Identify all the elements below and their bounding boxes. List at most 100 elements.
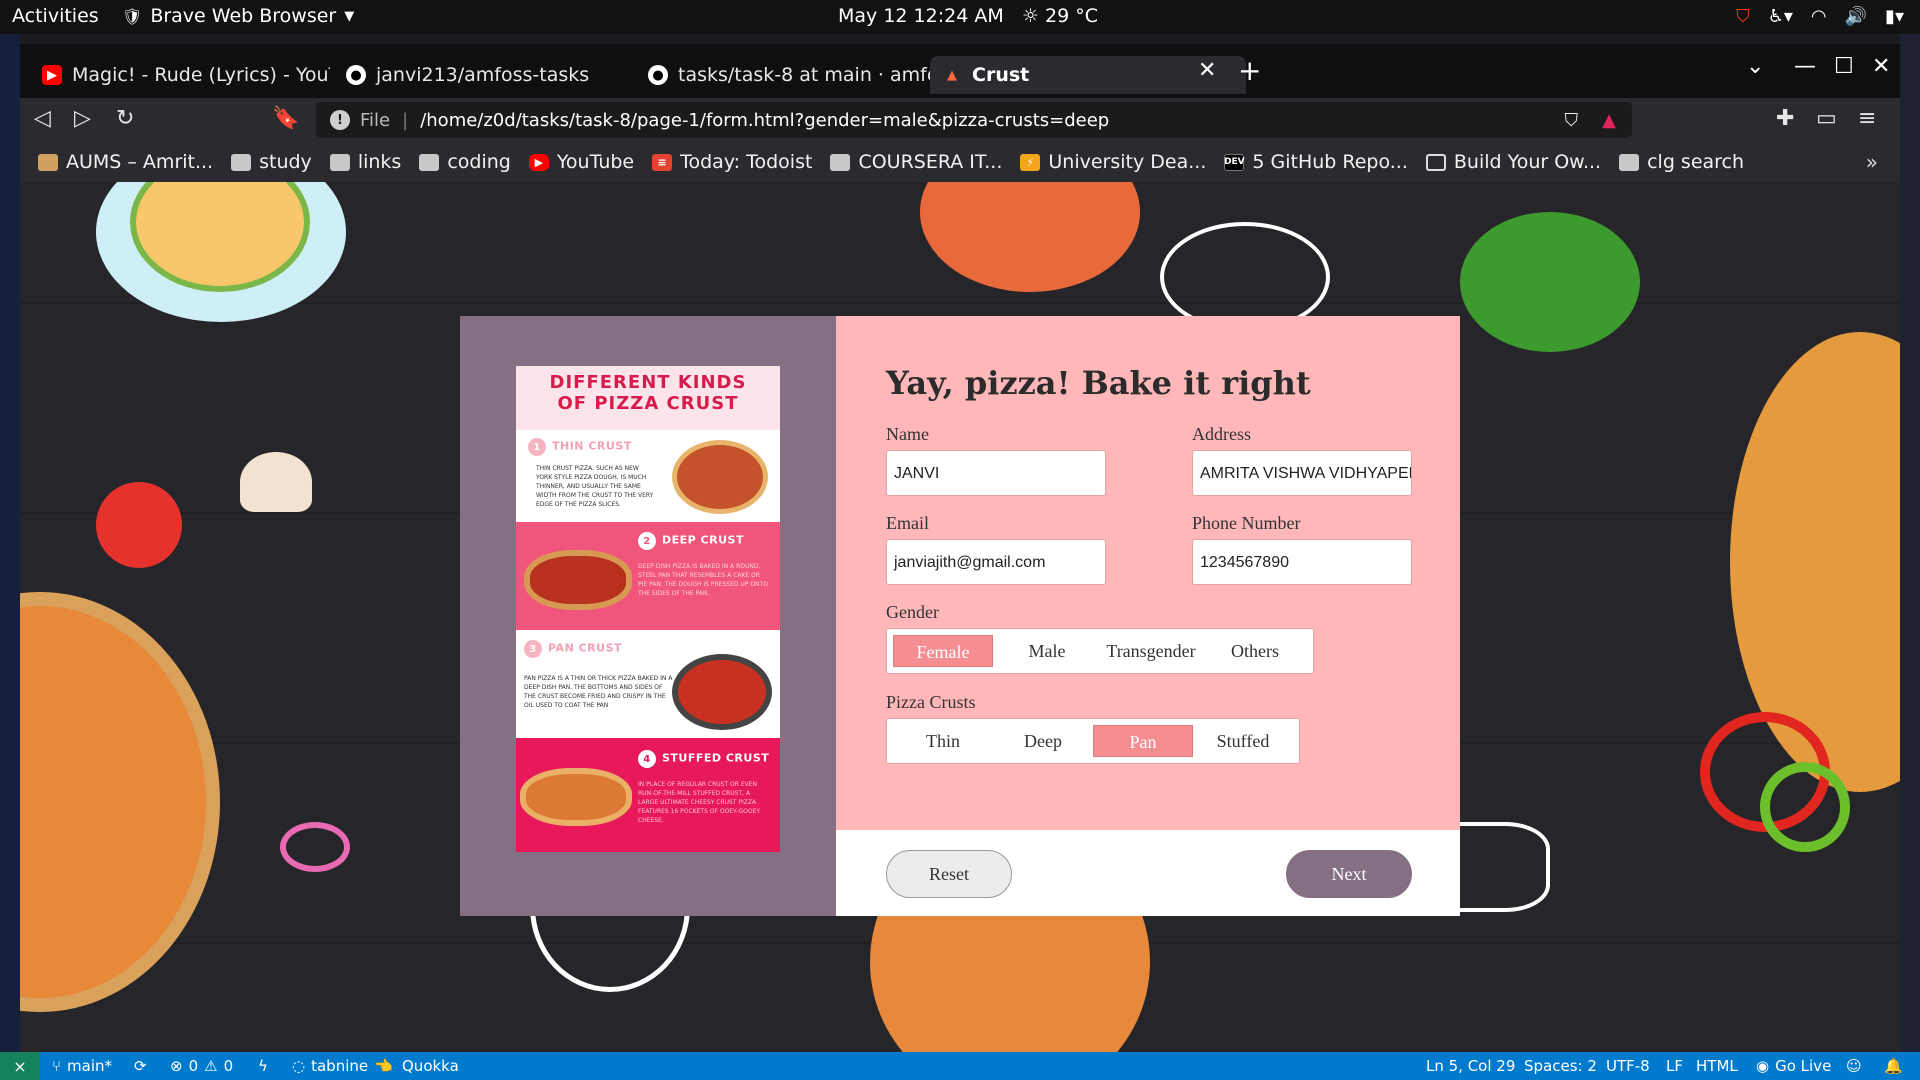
section-number: 2 [638,532,656,550]
notifications-icon[interactable]: 🔔 [1884,1057,1903,1075]
feedback-icon[interactable]: ☺ [1846,1057,1862,1075]
folder-icon [419,153,440,171]
maximize-button[interactable]: ☐ [1834,54,1854,79]
new-tab-button[interactable]: + [1238,54,1261,87]
go-live-label: Go Live [1775,1057,1832,1075]
next-button[interactable]: Next [1286,850,1412,898]
lightning-icon[interactable]: ϟ [258,1057,268,1075]
crust-option-stuffed[interactable]: Stuffed [1193,725,1293,757]
url-text[interactable]: /home/z0d/tasks/task-8/page-1/form.html?… [420,110,1109,131]
gender-option-female[interactable]: Female [893,635,993,667]
branch-icon: ⑂ [52,1057,62,1075]
info-icon[interactable]: ! [330,110,350,130]
app-name: Brave Web Browser [150,5,337,27]
separator: | [402,109,409,131]
line-ending[interactable]: LF [1666,1057,1683,1075]
tab-search-chevron-icon[interactable]: ⌄ [1746,54,1764,79]
problems-indicator[interactable]: ⊗ 0 ⚠ 0 [170,1057,233,1075]
bookmark-icon[interactable]: 🔖 [272,106,299,131]
more-bookmarks-icon[interactable]: » [1866,150,1878,174]
bookmark-links[interactable]: links [329,151,402,173]
section-title-text: STUFFED CRUST [662,751,770,765]
back-icon[interactable]: ◁ [34,106,51,131]
close-window-button[interactable]: ✕ [1872,54,1890,79]
bookmark-label: links [357,151,402,173]
youtube-icon: ▶ [42,65,62,85]
cursor-position[interactable]: Ln 5, Col 29 [1426,1057,1515,1075]
crust-option-thin[interactable]: Thin [893,725,993,757]
brave-shield-tray-icon[interactable]: ⛉ [1736,6,1750,27]
branch-name: main* [67,1057,112,1075]
quokka-status[interactable]: Quokka [402,1057,459,1075]
reload-icon[interactable]: ↻ [116,106,134,131]
wifi-icon[interactable]: ◠ [1811,6,1827,27]
pan-pizza-image [672,654,772,730]
gender-option-male[interactable]: Male [997,635,1097,667]
bookmark-todoist[interactable]: ≡ Today: Todoist [652,151,812,173]
minimize-button[interactable]: — [1794,54,1816,79]
forward-icon[interactable]: ▷ [74,106,91,131]
volume-icon[interactable]: 🔊 [1845,6,1867,27]
reset-button[interactable]: Reset [886,850,1012,898]
tabnine-status[interactable]: ◌ tabnine 👈 [292,1057,393,1075]
clock[interactable]: May 12 12:24 AM [838,5,1004,27]
close-tab-icon[interactable]: ✕ [1198,58,1216,83]
scheme-label: File [360,109,391,131]
weather-indicator[interactable]: ☼ 29 °C [1022,5,1098,27]
tab-github-repo[interactable]: ● janvi213/amfoss-tasks [334,56,634,94]
address-input[interactable]: AMRITA VISHWA VIDHYAPEETHAM [1192,450,1412,496]
extensions-icon[interactable]: ✚ [1776,106,1794,131]
bookmark-label: coding [447,151,511,173]
bookmark-dev[interactable]: DEV 5 GitHub Repo... [1224,151,1408,173]
bookmark-study[interactable]: study [231,151,312,173]
remote-icon[interactable]: ⨯ [0,1052,40,1080]
bookmark-aums[interactable]: AUMS – Amrit... [38,151,213,173]
tomato-decoration [96,482,182,568]
email-input[interactable]: janviajith@gmail.com [886,539,1106,585]
section-number: 3 [524,640,542,658]
temperature: 29 °C [1045,5,1099,27]
language-mode[interactable]: HTML [1696,1057,1738,1075]
sync-icon[interactable]: ⟳ [134,1057,147,1075]
bookmark-youtube[interactable]: ▶ YouTube [528,151,634,173]
menu-icon[interactable]: ≡ [1858,106,1876,131]
gender-option-transgender[interactable]: Transgender [1101,635,1201,667]
tab-label: Magic! - Rude (Lyrics) - YouTub [72,64,330,86]
pizza-slice-decoration [920,182,1140,292]
infographic-section-deep: 2 DEEP CRUST DEEP DISH PIZZA IS BAKED IN … [516,522,780,630]
activities-button[interactable]: Activities [12,5,99,27]
section-title-text: THIN CRUST [552,439,632,453]
crust-segmented-control: Thin Deep Pan Stuffed [886,718,1300,764]
bookmark-coursera[interactable]: COURSERA IT... [830,151,1002,173]
app-menu[interactable]: 🛡 Brave Web Browser ▼ [122,5,354,27]
system-tray[interactable]: ⛉ ♿▾ ◠ 🔊 ▮▾ [1736,6,1904,27]
name-input[interactable]: JANVI [886,450,1106,496]
encoding[interactable]: UTF-8 [1606,1057,1650,1075]
name-label: Name [886,424,929,444]
bookmark-clg-search[interactable]: clg search [1619,151,1744,173]
crust-option-deep[interactable]: Deep [993,725,1093,757]
bookmark-build[interactable]: Build Your Ow... [1425,151,1601,173]
section-text: IN PLACE OF REGULAR CRUST OR EVEN RUN-OF… [638,781,760,824]
battery-icon[interactable]: ▮▾ [1885,6,1904,27]
bookmark-label: clg search [1647,151,1745,173]
crust-option-pan[interactable]: Pan [1093,725,1193,757]
git-branch[interactable]: ⑂ main* [52,1057,112,1075]
wallet-icon[interactable]: ▭ [1816,106,1837,131]
bookmark-university[interactable]: ⚡ University Dea... [1020,151,1206,173]
phone-input[interactable]: 1234567890 [1192,539,1412,585]
system-top-bar: Activities 🛡 Brave Web Browser ▼ May 12 … [0,0,1920,34]
gender-option-others[interactable]: Others [1205,635,1305,667]
tab-bar: ▶ Magic! - Rude (Lyrics) - YouTub ● janv… [20,44,1900,98]
brave-rewards-icon[interactable]: ▲ [1602,110,1616,131]
address-bar[interactable]: ! File | /home/z0d/tasks/task-8/page-1/f… [316,102,1632,138]
go-live-button[interactable]: ◉ Go Live [1756,1057,1831,1075]
bookmark-coding[interactable]: coding [419,151,511,173]
dev-icon: DEV [1224,153,1245,171]
tab-youtube[interactable]: ▶ Magic! - Rude (Lyrics) - YouTub [30,56,330,94]
brave-shields-icon[interactable]: ⛉ [1565,110,1579,131]
stuffed-pizza-image [520,768,632,826]
tab-github-task[interactable]: ● tasks/task-8 at main · amfoss/ [636,56,936,94]
indentation[interactable]: Spaces: 2 [1524,1057,1597,1075]
accessibility-icon[interactable]: ♿▾ [1768,6,1793,27]
